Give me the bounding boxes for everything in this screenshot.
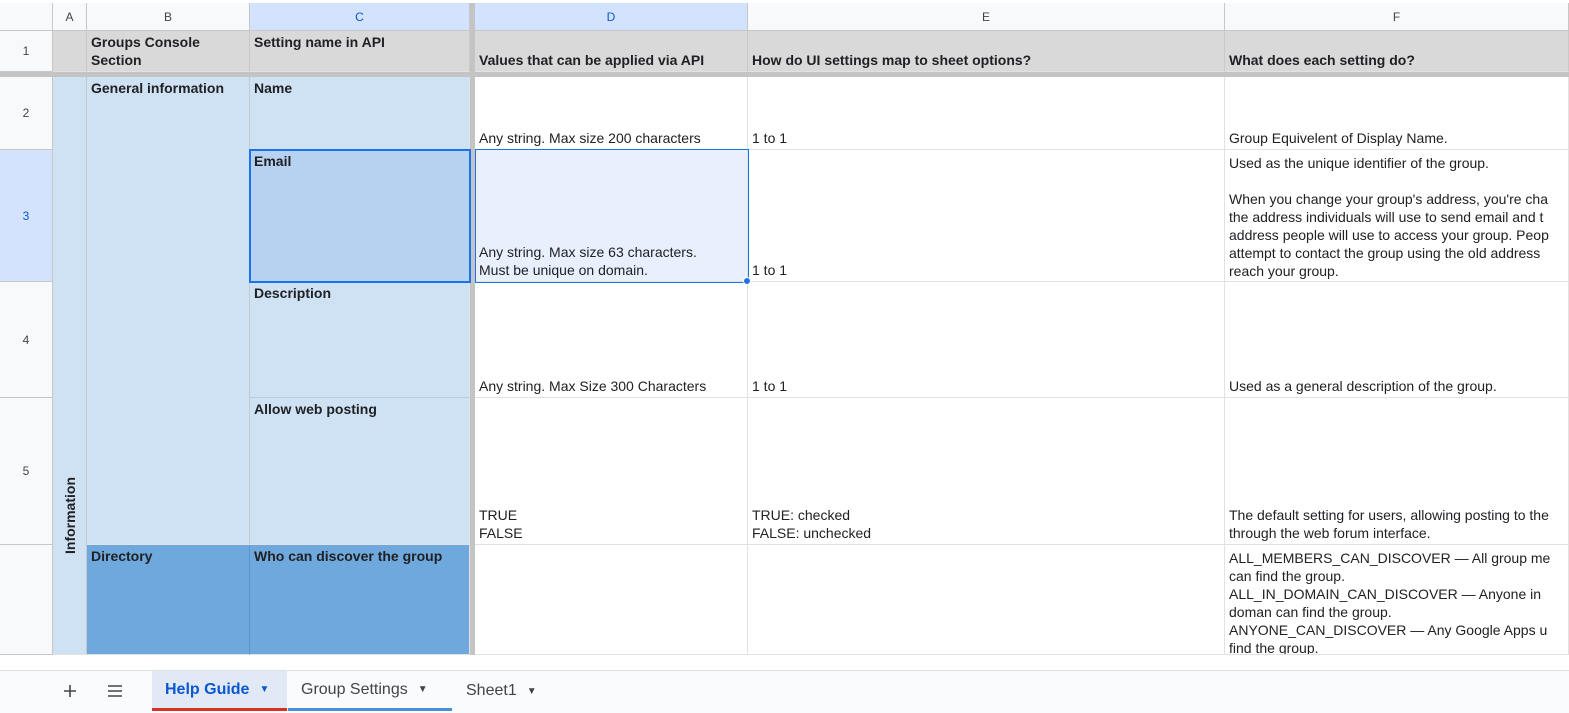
row-header-3[interactable]: 3 [0, 150, 53, 282]
frozen-column-divider[interactable] [470, 3, 475, 655]
cell-e3-text: 1 to 1 [752, 262, 788, 278]
merged-cell-information[interactable]: Information [53, 77, 87, 655]
cell-f6-text: ALL_MEMBERS_CAN_DISCOVER — All group me … [1229, 550, 1551, 655]
cell-e5[interactable]: TRUE: checked FALSE: unchecked [748, 398, 1225, 545]
cell-d5[interactable]: TRUE FALSE [475, 398, 748, 545]
header-ui-mapping-text: How do UI settings map to sheet options? [752, 52, 1032, 68]
cell-e5-text: TRUE: checked FALSE: unchecked [752, 507, 872, 541]
cell-d4-text: Any string. Max Size 300 Characters [479, 378, 707, 394]
header-setting-description-text: What does each setting do? [1229, 52, 1415, 68]
column-header-a[interactable]: A [53, 3, 87, 31]
select-all-corner[interactable] [0, 3, 53, 31]
cell-f6[interactable]: ALL_MEMBERS_CAN_DISCOVER — All group me … [1225, 545, 1569, 655]
all-sheets-button[interactable] [100, 671, 130, 711]
cell-e3[interactable]: 1 to 1 [748, 150, 1225, 282]
row-header-2[interactable]: 2 [0, 77, 53, 150]
row-header-6[interactable] [0, 545, 53, 655]
cell-b6-directory[interactable]: Directory [87, 545, 250, 655]
cell-f4[interactable]: Used as a general description of the gro… [1225, 282, 1569, 398]
fill-handle[interactable] [743, 277, 751, 285]
cell-f2-text: Group Equivelent of Display Name. [1229, 130, 1448, 146]
caret-down-icon[interactable]: ▼ [259, 684, 269, 695]
cell-d6[interactable] [475, 545, 748, 655]
cell-f4-text: Used as a general description of the gro… [1229, 378, 1497, 394]
spreadsheet-grid[interactable]: A B C D E F 1 2 3 4 5 Groups Console Sec… [0, 0, 1569, 655]
sheet-tab-label: Help Guide [165, 680, 250, 698]
sheet-tab-label: Group Settings [301, 680, 408, 698]
sheet-tab-bar: Help Guide ▼ Group Settings ▼ Sheet1 ▼ [0, 670, 1569, 713]
column-header-c[interactable]: C [250, 3, 470, 31]
row-header-1[interactable]: 1 [0, 31, 53, 72]
cell-c6-who-can-discover[interactable]: Who can discover the group [250, 545, 470, 655]
selection-range-border [475, 149, 749, 283]
header-setting-description[interactable]: What does each setting do? [1225, 31, 1569, 72]
cell-d2[interactable]: Any string. Max size 200 characters [475, 77, 748, 150]
cell-f3-text: Used as the unique identifier of the gro… [1229, 155, 1549, 279]
column-header-f[interactable]: F [1225, 3, 1569, 31]
cell-e4-text: 1 to 1 [752, 378, 788, 394]
row-header-4[interactable]: 4 [0, 282, 53, 398]
section-label-information: Information [61, 477, 78, 554]
sheet-tab-sheet1[interactable]: Sheet1 ▼ [453, 671, 553, 711]
header-console-section[interactable]: Groups Console Section [87, 31, 250, 72]
cell-c2-name[interactable]: Name [250, 77, 470, 150]
column-header-d[interactable]: D [475, 3, 748, 31]
caret-down-icon[interactable]: ▼ [418, 684, 428, 695]
cell-e4[interactable]: 1 to 1 [748, 282, 1225, 398]
cell-c5-allow-web-posting[interactable]: Allow web posting [250, 398, 470, 545]
sheet-tab-group-settings[interactable]: Group Settings ▼ [288, 671, 452, 711]
caret-down-icon[interactable]: ▼ [527, 686, 537, 697]
add-sheet-button[interactable] [55, 671, 85, 711]
cell-e2-text: 1 to 1 [752, 130, 788, 146]
row-header-5[interactable]: 5 [0, 398, 53, 545]
header-values-api[interactable]: Values that can be applied via API [475, 31, 748, 72]
cell-d2-text: Any string. Max size 200 characters [479, 130, 701, 146]
cell-f5[interactable]: The default setting for users, allowing … [1225, 398, 1569, 545]
plus-icon [64, 685, 76, 697]
cell-f3[interactable]: Used as the unique identifier of the gro… [1225, 150, 1569, 282]
sheet-tab-label: Sheet1 [466, 682, 517, 699]
column-header-b[interactable]: B [87, 3, 250, 31]
merged-cell-general-information[interactable]: General information [87, 77, 250, 545]
cell-e6[interactable] [748, 545, 1225, 655]
active-cell-border [249, 149, 471, 283]
cell-d5-text: TRUE FALSE [479, 507, 523, 541]
column-header-e[interactable]: E [748, 3, 1225, 31]
menu-icon [108, 685, 122, 697]
frozen-row-divider[interactable] [0, 72, 1569, 77]
header-setting-name[interactable]: Setting name in API [250, 31, 470, 72]
cell-c4-description[interactable]: Description [250, 282, 470, 398]
header-values-api-text: Values that can be applied via API [479, 52, 705, 68]
cell-d4[interactable]: Any string. Max Size 300 Characters [475, 282, 748, 398]
cell-f5-text: The default setting for users, allowing … [1229, 507, 1549, 541]
cell-f2[interactable]: Group Equivelent of Display Name. [1225, 77, 1569, 150]
header-ui-mapping[interactable]: How do UI settings map to sheet options? [748, 31, 1225, 72]
cell-e2[interactable]: 1 to 1 [748, 77, 1225, 150]
sheet-tab-help-guide[interactable]: Help Guide ▼ [152, 671, 287, 711]
header-cell-a1[interactable] [53, 31, 87, 72]
